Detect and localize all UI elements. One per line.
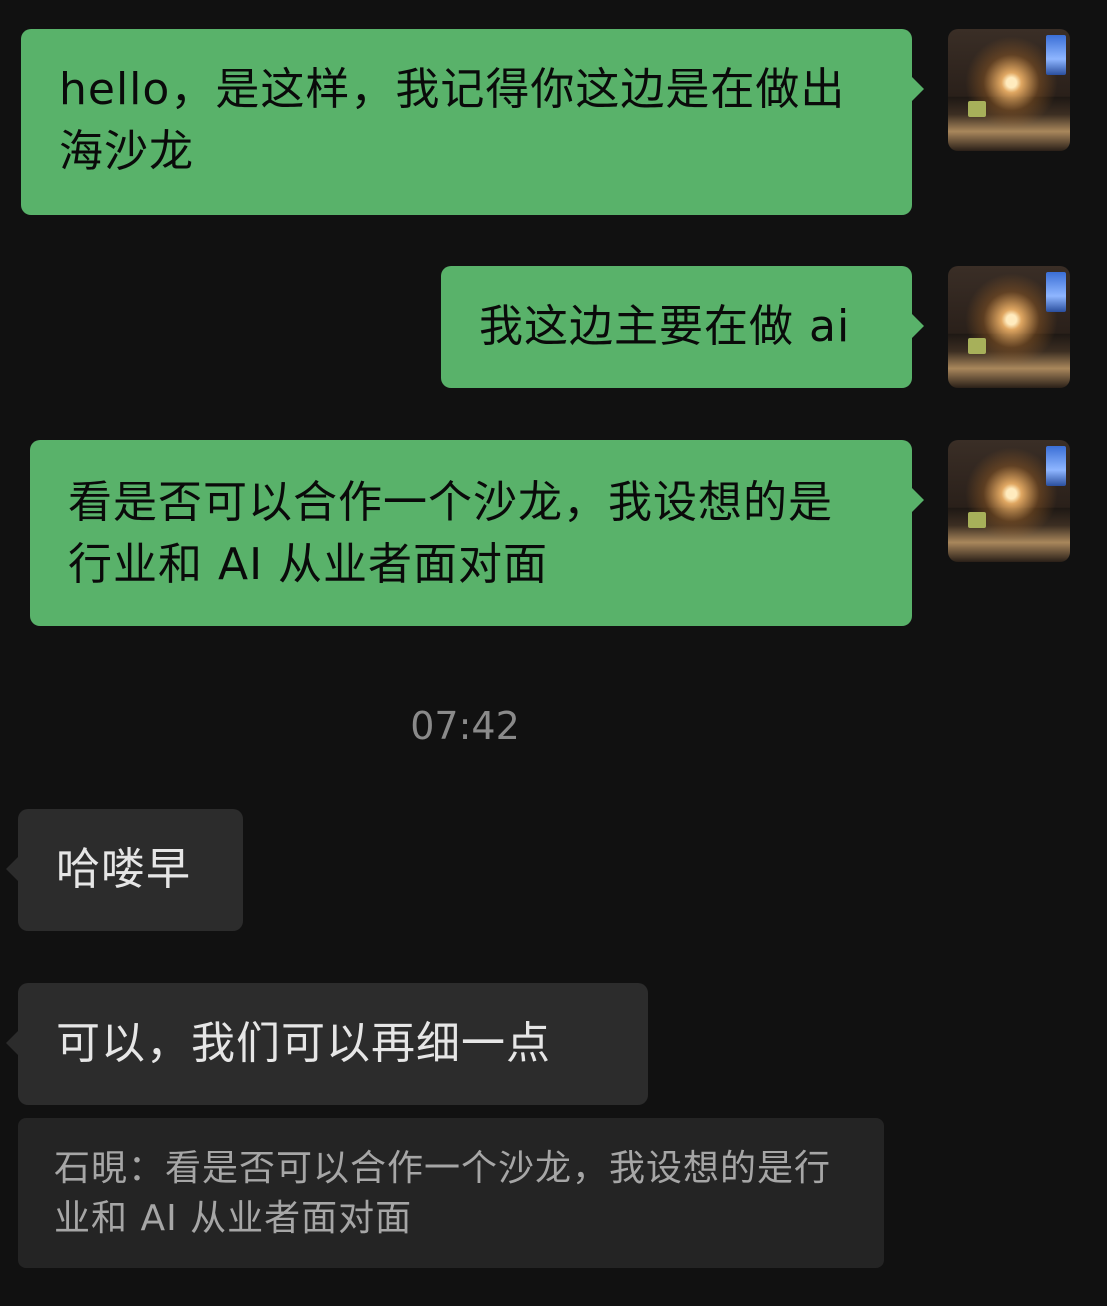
message-bubble[interactable]: hello，是这样，我记得你这边是在做出海沙龙 xyxy=(21,29,924,215)
message-text: 可以，我们可以再细一点 xyxy=(56,1018,551,1069)
message-bubble[interactable]: 哈喽早 xyxy=(6,809,243,931)
message-timestamp: 07:42 xyxy=(410,704,520,748)
message-text: 看是否可以合作一个沙龙，我设想的是行业和 AI 从业者面对面 xyxy=(68,477,833,590)
avatar[interactable] xyxy=(948,266,1070,388)
message-text: 我这边主要在做 ai xyxy=(479,301,851,352)
message-text: hello，是这样，我记得你这边是在做出海沙龙 xyxy=(59,64,846,177)
avatar[interactable] xyxy=(948,29,1070,151)
message-bubble[interactable]: 看是否可以合作一个沙龙，我设想的是行业和 AI 从业者面对面 xyxy=(30,440,924,626)
quoted-text: 石晛：看是否可以合作一个沙龙，我设想的是行业和 AI 从业者面对面 xyxy=(54,1148,832,1239)
message-bubble[interactable]: 可以，我们可以再细一点 xyxy=(6,983,648,1105)
message-bubble[interactable]: 我这边主要在做 ai xyxy=(441,266,924,388)
quoted-reply[interactable]: 石晛：看是否可以合作一个沙龙，我设想的是行业和 AI 从业者面对面 xyxy=(18,1118,884,1268)
avatar[interactable] xyxy=(948,440,1070,562)
message-text: 哈喽早 xyxy=(56,844,191,895)
